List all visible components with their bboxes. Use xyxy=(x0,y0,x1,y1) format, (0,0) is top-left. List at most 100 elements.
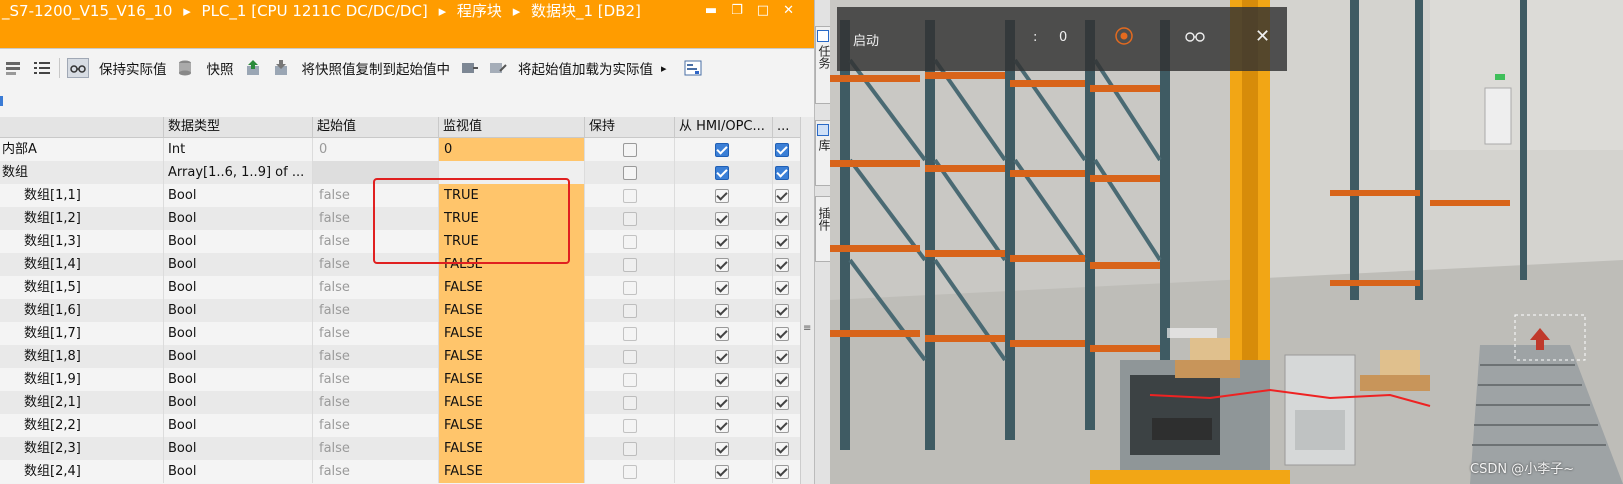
breadcrumb-plc[interactable]: PLC_1 [CPU 1211C DC/DC/DC] xyxy=(202,2,428,20)
breadcrumb-data-block[interactable]: 数据块_1 [DB2] xyxy=(531,2,641,20)
cell-start-value[interactable]: false xyxy=(312,368,438,391)
extra-checkbox[interactable] xyxy=(775,396,789,410)
target-icon[interactable] xyxy=(1114,26,1134,50)
table-row[interactable]: 内部A Int 0 0 xyxy=(0,138,800,161)
hmi-opc-checkbox[interactable] xyxy=(715,143,729,157)
hmi-opc-checkbox[interactable] xyxy=(715,419,729,433)
cell-data-type[interactable]: Bool xyxy=(163,207,312,230)
extra-checkbox[interactable] xyxy=(775,189,789,203)
cell-name[interactable]: 数组[1,2] xyxy=(0,207,163,230)
cell-start-value[interactable]: false xyxy=(312,299,438,322)
side-tab-libraries[interactable]: 库 xyxy=(815,120,830,186)
retain-checkbox[interactable] xyxy=(623,143,637,157)
table-row[interactable]: 数组[2,2] Bool false FALSE xyxy=(0,414,800,437)
extra-checkbox[interactable] xyxy=(775,373,789,387)
list-view-icon[interactable] xyxy=(32,59,52,77)
load-start-as-actual-button[interactable]: 将起始值加载为实际值 xyxy=(518,58,653,78)
table-row[interactable]: 数组[2,4] Bool false FALSE xyxy=(0,460,800,483)
load-start-icon[interactable] xyxy=(460,59,480,77)
cell-monitor-value[interactable]: FALSE xyxy=(438,345,584,368)
cell-start-value[interactable]: false xyxy=(312,414,438,437)
extra-checkbox[interactable] xyxy=(775,442,789,456)
retain-checkbox[interactable] xyxy=(623,419,637,433)
table-row[interactable]: 数组[1,7] Bool false FALSE xyxy=(0,322,800,345)
side-tab-addins[interactable]: 插件 xyxy=(815,196,830,262)
cell-monitor-value[interactable]: FALSE xyxy=(438,299,584,322)
extra-checkbox[interactable] xyxy=(775,327,789,341)
vertical-scrollbar[interactable]: ≡ xyxy=(800,117,815,484)
cell-name[interactable]: 内部A xyxy=(0,138,163,161)
settings-panel-icon[interactable] xyxy=(683,59,703,77)
hmi-opc-checkbox[interactable] xyxy=(715,396,729,410)
cell-name[interactable]: 数组[1,9] xyxy=(0,368,163,391)
cell-data-type[interactable]: Bool xyxy=(163,345,312,368)
cell-data-type[interactable]: Array[1..6, 1..9] of ... xyxy=(163,161,312,184)
cell-name[interactable]: 数组[1,4] xyxy=(0,253,163,276)
cell-start-value[interactable]: false xyxy=(312,391,438,414)
cell-start-value[interactable]: false xyxy=(312,437,438,460)
cell-monitor-value[interactable]: FALSE xyxy=(438,391,584,414)
retain-checkbox[interactable] xyxy=(623,258,637,272)
hmi-opc-checkbox[interactable] xyxy=(715,189,729,203)
cell-data-type[interactable]: Bool xyxy=(163,184,312,207)
extra-checkbox[interactable] xyxy=(775,166,789,180)
cell-monitor-value[interactable]: FALSE xyxy=(438,322,584,345)
retain-checkbox[interactable] xyxy=(623,281,637,295)
hmi-opc-checkbox[interactable] xyxy=(715,373,729,387)
cell-name[interactable]: 数组[1,5] xyxy=(0,276,163,299)
hmi-opc-checkbox[interactable] xyxy=(715,327,729,341)
table-row[interactable]: 数组[2,1] Bool false FALSE xyxy=(0,391,800,414)
extra-checkbox[interactable] xyxy=(775,143,789,157)
extra-checkbox[interactable] xyxy=(775,304,789,318)
hmi-opc-checkbox[interactable] xyxy=(715,281,729,295)
retain-checkbox[interactable] xyxy=(623,189,637,203)
cell-data-type[interactable]: Bool xyxy=(163,391,312,414)
column-header-start-value[interactable]: 起始值 xyxy=(312,117,438,137)
cell-name[interactable]: 数组[1,7] xyxy=(0,322,163,345)
upload-snapshot-icon[interactable] xyxy=(244,59,264,77)
extra-checkbox[interactable] xyxy=(775,258,789,272)
table-row[interactable]: 数组[1,6] Bool false FALSE xyxy=(0,299,800,322)
extra-checkbox[interactable] xyxy=(775,350,789,364)
cell-start-value[interactable]: false xyxy=(312,322,438,345)
restore-icon[interactable]: ❐ xyxy=(731,0,743,22)
snapshot-db-icon[interactable] xyxy=(177,59,197,77)
cell-data-type[interactable]: Bool xyxy=(163,299,312,322)
cell-name[interactable]: 数组[1,8] xyxy=(0,345,163,368)
retain-checkbox[interactable] xyxy=(623,442,637,456)
extra-checkbox[interactable] xyxy=(775,281,789,295)
snapshot-button[interactable]: 快照 xyxy=(207,58,234,78)
warehouse-3d-view[interactable]: 启动 : 0 ✕ xyxy=(830,0,1623,484)
retain-checkbox[interactable] xyxy=(623,166,637,180)
table-row[interactable]: 数组[1,5] Bool false FALSE xyxy=(0,276,800,299)
toolbar-more-icon[interactable]: ▸ xyxy=(661,62,667,75)
retain-checkbox[interactable] xyxy=(623,373,637,387)
hmi-opc-checkbox[interactable] xyxy=(715,235,729,249)
extra-checkbox[interactable] xyxy=(775,465,789,479)
close-icon[interactable]: ✕ xyxy=(783,0,794,22)
cell-data-type[interactable]: Bool xyxy=(163,230,312,253)
breadcrumb-project[interactable]: _S7-1200_V15_V16_10 xyxy=(2,2,172,20)
hmi-opc-checkbox[interactable] xyxy=(715,166,729,180)
breadcrumb-program-blocks[interactable]: 程序块 xyxy=(457,2,502,20)
retain-checkbox[interactable] xyxy=(623,350,637,364)
hmi-opc-checkbox[interactable] xyxy=(715,304,729,318)
cell-name[interactable]: 数组[2,3] xyxy=(0,437,163,460)
load-start-alt-icon[interactable] xyxy=(488,59,508,77)
cell-name[interactable]: 数组[2,4] xyxy=(0,460,163,483)
cell-name[interactable]: 数组[2,1] xyxy=(0,391,163,414)
cell-name[interactable]: 数组[1,6] xyxy=(0,299,163,322)
cell-data-type[interactable]: Bool xyxy=(163,437,312,460)
hmi-opc-checkbox[interactable] xyxy=(715,442,729,456)
hmi-opc-checkbox[interactable] xyxy=(715,258,729,272)
cell-data-type[interactable]: Bool xyxy=(163,460,312,483)
hud-close-icon[interactable]: ✕ xyxy=(1255,26,1270,47)
cell-name[interactable]: 数组 xyxy=(0,161,163,184)
cell-data-type[interactable]: Bool xyxy=(163,276,312,299)
cell-start-value[interactable]: false xyxy=(312,460,438,483)
insert-row-icon[interactable] xyxy=(4,59,24,77)
cell-name[interactable]: 数组[1,3] xyxy=(0,230,163,253)
cell-start-value[interactable]: 0 xyxy=(312,138,438,161)
column-header-more[interactable]: ... xyxy=(772,117,800,137)
view-glasses-icon[interactable] xyxy=(1184,29,1206,47)
